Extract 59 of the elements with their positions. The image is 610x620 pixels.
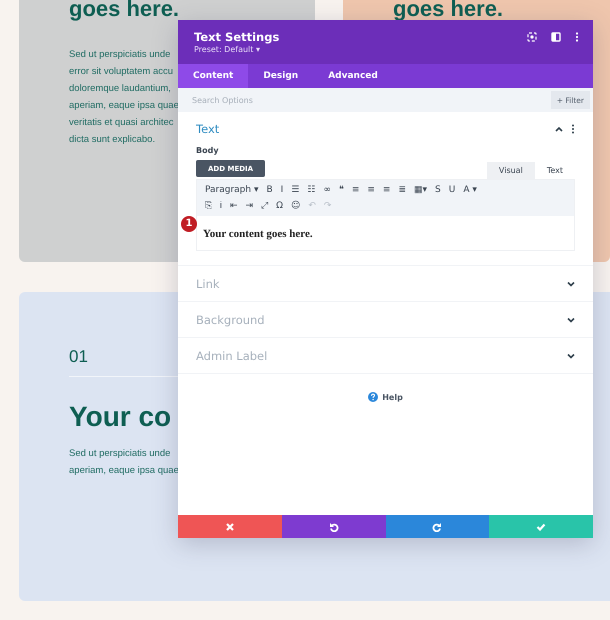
help-icon[interactable]: [368, 392, 378, 402]
chevron-down-icon[interactable]: [567, 280, 575, 286]
toolbar-button[interactable]: Ꭵ: [216, 201, 226, 211]
body-text-line: veritatis et quasi architec: [69, 116, 174, 130]
close-icon: [224, 522, 235, 532]
toolbar-button[interactable]: ⎘: [201, 201, 216, 211]
toolbar-button[interactable]: ≡: [363, 185, 379, 195]
toolbar-button[interactable]: ❝: [334, 185, 348, 195]
chevron-up-icon[interactable]: [555, 126, 563, 132]
toolbar-button[interactable]: Paragraph ▾: [201, 185, 262, 195]
more-icon[interactable]: [571, 124, 575, 134]
tab[interactable]: Advanced: [313, 64, 393, 88]
toolbar-button[interactable]: ☺: [286, 201, 304, 211]
undo-icon: [328, 522, 339, 532]
body-text-line: Sed ut perspiciatis unde: [69, 48, 170, 62]
editor-area[interactable]: Your content goes here.: [197, 216, 574, 250]
body-text-line: doloremque laudantium,: [69, 82, 171, 96]
toolbar-button[interactable]: S: [431, 185, 445, 195]
editor-tab[interactable]: Visual: [486, 162, 535, 179]
toolbar-button[interactable]: ▦▾: [410, 185, 432, 195]
redo-icon: [432, 522, 442, 532]
body-text-line: aperiam, eaque ipsa quae: [69, 99, 179, 113]
toolbar-button[interactable]: A ▾: [459, 185, 481, 195]
help-label: Help: [382, 392, 403, 402]
body-text-line: Sed ut perspiciatis unde: [69, 447, 170, 461]
section-title[interactable]: Text: [196, 122, 220, 136]
more-icon[interactable]: [575, 32, 579, 42]
toolbar-button[interactable]: ≡: [378, 185, 394, 195]
toolbar-button[interactable]: ⤢: [257, 201, 272, 211]
tab[interactable]: Design: [248, 64, 314, 88]
modal-title: Text Settings: [194, 30, 280, 44]
toolbar-button[interactable]: ☷: [303, 185, 320, 195]
step-number: 01: [69, 347, 88, 367]
checkmark-icon: [536, 522, 546, 532]
toolbar-button[interactable]: ☰: [287, 185, 304, 195]
toolbar-button[interactable]: ⇥: [242, 201, 258, 211]
toolbar-button[interactable]: ≣: [394, 185, 410, 195]
field-label: Body: [196, 146, 220, 155]
body-text-line: dicta sunt explicabo.: [69, 133, 156, 147]
toolbar-button[interactable]: I: [276, 185, 288, 195]
toolbar-button[interactable]: ≡: [348, 185, 364, 195]
editor-text: Your content goes here.: [203, 228, 314, 240]
tab[interactable]: Content: [178, 64, 248, 88]
columns-icon[interactable]: [551, 32, 561, 42]
step-marker: 1: [181, 216, 197, 232]
focus-icon[interactable]: [527, 32, 537, 42]
toolbar-button[interactable]: B: [262, 185, 277, 195]
preset-dropdown[interactable]: Preset: Default ▾: [194, 44, 280, 56]
toolbar-button[interactable]: Ω: [272, 201, 287, 211]
search-field[interactable]: Search Options: [192, 96, 392, 104]
chevron-down-icon[interactable]: [567, 316, 575, 322]
chevron-down-icon[interactable]: [567, 352, 575, 358]
toolbar-button[interactable]: ⇤: [226, 201, 242, 211]
body-text-line: error sit voluptatem accu: [69, 65, 174, 79]
help-link[interactable]: Help: [368, 392, 403, 402]
toolbar-button[interactable]: ∞: [319, 185, 335, 195]
body-text-line: aperiam, eaque ipsa quae: [69, 464, 179, 478]
toolbar-button[interactable]: U: [444, 185, 460, 195]
card-heading: Your co: [69, 401, 172, 433]
